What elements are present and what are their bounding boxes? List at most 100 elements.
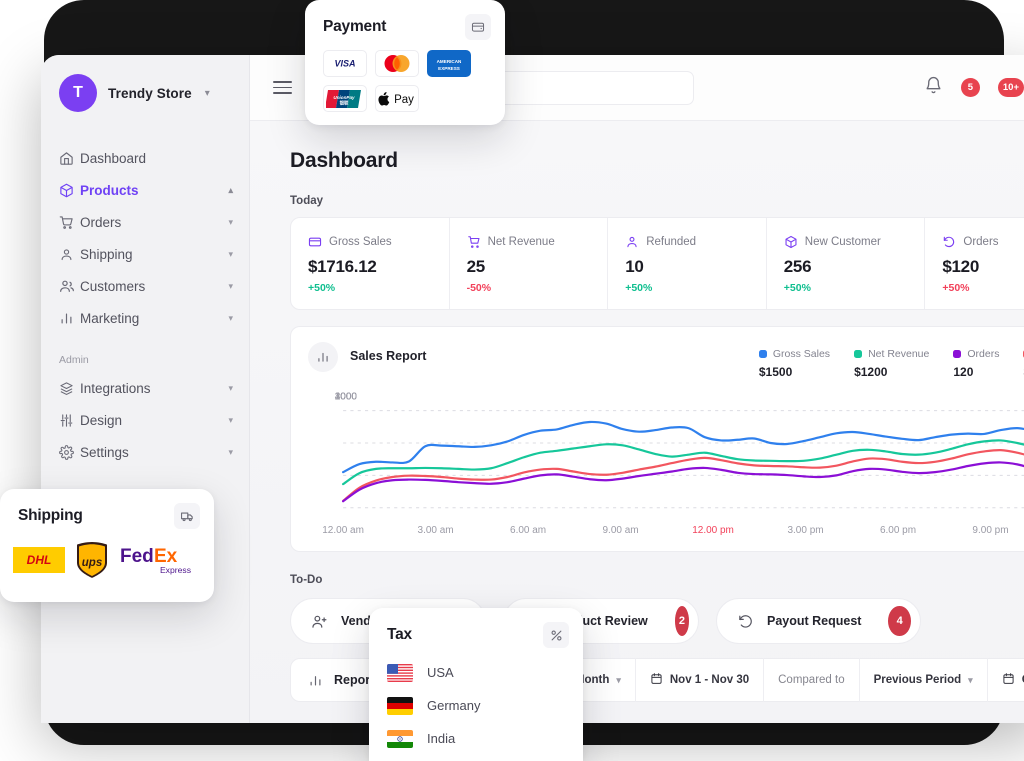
- tax-country-label: USA: [427, 665, 454, 680]
- sidebar-item-dashboard[interactable]: Dashboard: [41, 142, 249, 174]
- svg-text:UnionPay: UnionPay: [333, 95, 355, 100]
- legend-value: $1500: [758, 365, 793, 379]
- legend-label: Gross Sales: [772, 348, 831, 360]
- legend-item-net-revenue[interactable]: Net Revenue $1200: [854, 348, 929, 379]
- refund-icon: [942, 235, 956, 249]
- legend-top: Gross Sales: [758, 348, 831, 360]
- de-flag-icon: [387, 696, 413, 715]
- stat-head: New Customer: [784, 235, 925, 249]
- chevron-down-icon: ▾: [228, 280, 233, 291]
- svg-text:银联: 银联: [340, 99, 349, 106]
- svg-text:Ex: Ex: [154, 546, 178, 567]
- stat-label: Net Revenue: [487, 236, 555, 248]
- payment-card: Payment VISA AMERICAN EXPRESS UnionPay 银联 …: [305, 0, 505, 125]
- sales-report-header: Sales Report Gross Sales $1500 Net Reven…: [291, 327, 1024, 379]
- truck-icon[interactable]: [174, 503, 200, 529]
- stat-card-net-revenue[interactable]: Net Revenue 25 -50%: [450, 218, 609, 309]
- badge-count-5[interactable]: 5: [960, 78, 980, 97]
- stat-label: New Customer: [804, 236, 881, 248]
- stat-value: 256: [783, 257, 812, 276]
- brand-switcher[interactable]: T Trendy Store ▾: [41, 55, 249, 112]
- svg-text:Fed: Fed: [120, 546, 154, 567]
- amex-icon[interactable]: AMERICAN EXPRESS: [427, 50, 471, 77]
- badge-count-10plus[interactable]: 10+: [997, 78, 1024, 97]
- sidebar-item-label: Design: [80, 412, 123, 428]
- user-icon: [59, 246, 80, 262]
- payment-card-title: Payment: [323, 18, 387, 35]
- chart-y-tick: 4000: [334, 391, 357, 403]
- bell-icon[interactable]: [924, 76, 943, 100]
- sidebar-item-customers[interactable]: Customers ▾: [41, 270, 249, 302]
- date-range-picker[interactable]: Nov 1 - Nov 30: [636, 672, 763, 688]
- sidebar-nav: Dashboard Products ▴ Orders ▾ Shipping ▾…: [41, 142, 249, 468]
- todo-card-payout-request[interactable]: Payout Request 4: [716, 598, 921, 644]
- stat-value: 10: [625, 257, 644, 276]
- wallet-icon[interactable]: [465, 14, 491, 40]
- legend-top: Net Revenue: [854, 348, 929, 360]
- bar-chart-icon: [59, 310, 80, 326]
- chevron-down-icon: ▾: [228, 248, 233, 259]
- compare-select-value: Previous Period: [873, 674, 962, 686]
- sales-report-title: Sales Report: [350, 349, 427, 363]
- todo-card-label: Payout Request: [767, 614, 862, 628]
- sidebar-item-settings[interactable]: Settings ▾: [41, 436, 249, 468]
- tax-country-india[interactable]: India: [387, 722, 583, 755]
- chart-x-tick: 12.00 am: [322, 525, 364, 536]
- legend-item-orders[interactable]: Orders 120: [953, 348, 999, 379]
- fedex-icon[interactable]: Fed Ex Express: [119, 544, 193, 581]
- svg-text:AMERICAN: AMERICAN: [437, 59, 462, 64]
- stat-card-refunded[interactable]: Refunded 10 +50%: [608, 218, 767, 309]
- brand-avatar: T: [59, 74, 97, 112]
- todo-badge: 4: [888, 606, 911, 636]
- stat-card-gross-sales[interactable]: Gross Sales $1716.12 +50%: [291, 218, 450, 309]
- chart-x-tick: 9.00 pm: [972, 525, 1009, 536]
- dhl-icon[interactable]: DHL: [13, 547, 65, 578]
- stat-head: Net Revenue: [467, 235, 608, 249]
- sales-report-plot: 1000 2000 3000 4000 12.00 am 3.00 am 6.00 am 9…: [291, 392, 1024, 551]
- todo-badge: 2: [674, 606, 689, 636]
- sidebar-item-label: Marketing: [80, 310, 140, 326]
- tax-country-germany[interactable]: Germany: [387, 689, 583, 722]
- sidebar-item-integrations[interactable]: Integrations ▾: [41, 372, 249, 404]
- sales-report-card: Sales Report Gross Sales $1500 Net Reven…: [290, 326, 1024, 552]
- stat-card-orders[interactable]: Orders $120 +50%: [925, 218, 1024, 309]
- mastercard-icon[interactable]: [375, 50, 419, 77]
- compared-to-label: Compared to: [778, 674, 845, 686]
- visa-icon[interactable]: VISA: [323, 50, 367, 77]
- compare-range-picker[interactable]: Oct 1 - N: [988, 672, 1024, 688]
- stat-label: Gross Sales: [329, 236, 392, 248]
- stat-head: Gross Sales: [308, 235, 449, 249]
- menu-icon[interactable]: [273, 81, 292, 94]
- chart-x-tick: 6.00 pm: [879, 525, 917, 536]
- sidebar-item-label: Orders: [80, 214, 122, 230]
- stat-card-new-customer[interactable]: New Customer 256 +50%: [767, 218, 926, 309]
- sidebar-item-design[interactable]: Design ▾: [41, 404, 249, 436]
- chevron-down-icon: ▾: [228, 216, 233, 227]
- sidebar-item-shipping[interactable]: Shipping ▾: [41, 238, 249, 270]
- svg-text:VISA: VISA: [334, 59, 355, 69]
- sliders-icon: [59, 412, 80, 428]
- stat-delta: +50%: [308, 282, 336, 294]
- stat-delta: +50%: [942, 282, 970, 294]
- chart-legend: Gross Sales $1500 Net Revenue $1200 Orde…: [758, 342, 1024, 379]
- apple-pay-icon[interactable]: Pay: [375, 85, 419, 112]
- ups-icon[interactable]: ups: [75, 541, 109, 584]
- chevron-down-icon: ▾: [616, 674, 621, 685]
- in-flag-icon: [387, 729, 413, 748]
- legend-value: $1200: [854, 365, 888, 379]
- legend-item-gross-sales[interactable]: Gross Sales $1500: [758, 348, 831, 379]
- unionpay-icon[interactable]: UnionPay 银联: [323, 85, 367, 112]
- bar-chart-icon: [308, 673, 323, 688]
- tax-country-usa[interactable]: USA: [387, 656, 583, 689]
- compare-select[interactable]: Previous Period ▾: [860, 674, 987, 686]
- sidebar-item-marketing[interactable]: Marketing ▾: [41, 302, 249, 334]
- stat-delta: +50%: [625, 282, 653, 294]
- legend-label: Orders: [967, 348, 1000, 360]
- chevron-down-icon: ▾: [228, 382, 233, 393]
- percent-icon[interactable]: [543, 622, 569, 648]
- payment-methods: VISA AMERICAN EXPRESS UnionPay 银联 Pay: [305, 40, 505, 112]
- chart-x-tick: 9.00 am: [602, 525, 639, 536]
- tax-countries: USA Germany India: [369, 648, 583, 755]
- sidebar-item-orders[interactable]: Orders ▾: [41, 206, 249, 238]
- sidebar-item-products[interactable]: Products ▴: [41, 174, 249, 206]
